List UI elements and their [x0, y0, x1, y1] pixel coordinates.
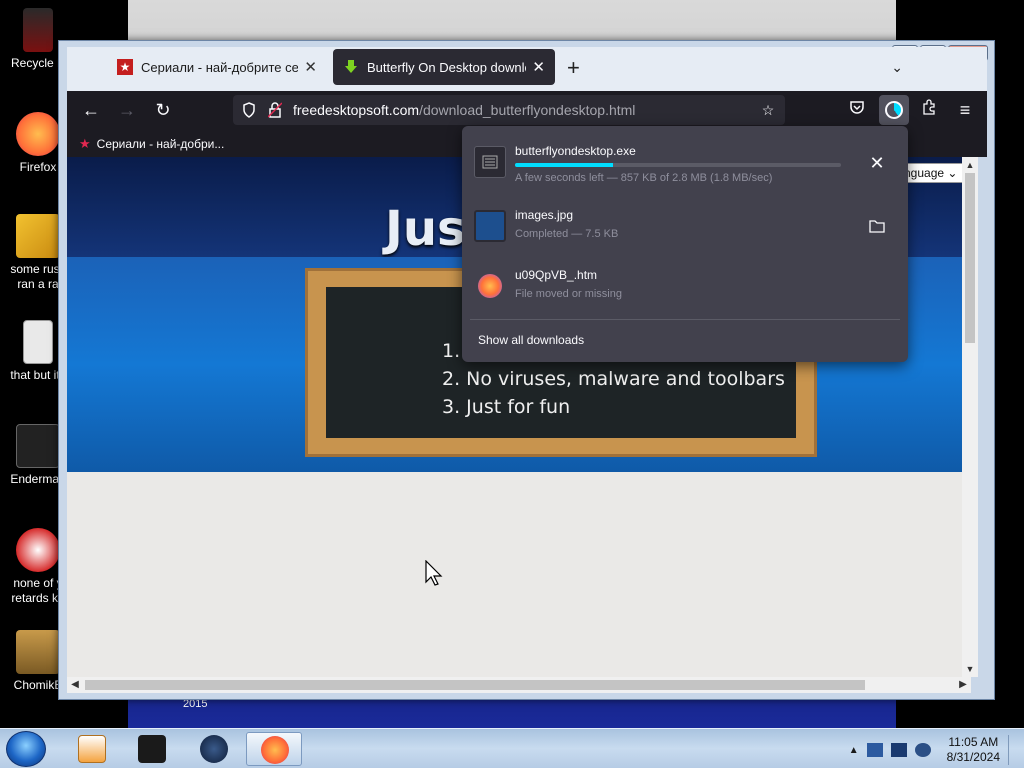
pocket-icon[interactable] — [845, 99, 869, 121]
menu-icon[interactable]: ≡ — [953, 99, 977, 121]
nav-toolbar: ← → ↻ freedesktopsoft.com/download_butte… — [67, 91, 987, 129]
divider — [470, 319, 900, 320]
volume-icon[interactable] — [914, 743, 931, 757]
back-button[interactable]: ← — [79, 99, 103, 121]
language-select[interactable]: nguage ⌄ — [901, 163, 967, 183]
new-tab-button[interactable]: + — [567, 57, 580, 79]
start-button[interactable] — [6, 731, 46, 767]
feature-item: 2. No viruses, malware and toolbars — [442, 368, 785, 390]
firefox-file-icon — [478, 274, 502, 298]
globe-icon — [200, 735, 228, 763]
horizontal-scrollbar[interactable]: ◀ ▶ — [67, 677, 971, 693]
exe-file-icon — [474, 146, 506, 178]
tab-serials[interactable]: ★ Сериали - най-добрите сериали ✕ — [107, 49, 327, 85]
download-progress-fill — [515, 163, 613, 167]
red-star-icon: ★ — [79, 136, 91, 151]
firefox-icon — [16, 112, 60, 156]
shortcut-icon — [16, 424, 60, 468]
forward-button[interactable]: → — [115, 99, 139, 121]
download-filename: u09QpVB_.htm — [515, 268, 598, 282]
tab-title: Butterfly On Desktop download — [367, 59, 526, 75]
vertical-scrollbar[interactable]: ▲ ▼ — [962, 157, 978, 677]
file-icon — [16, 214, 60, 258]
network-icon[interactable] — [866, 743, 883, 757]
url-host: freedesktopsoft.com — [293, 102, 420, 118]
tab-bar: ★ Сериали - най-добрите сериали ✕ Butter… — [67, 47, 987, 91]
download-progress-bar — [515, 163, 841, 167]
tab-close-icon[interactable]: ✕ — [304, 58, 317, 76]
bookmark-star-icon[interactable]: ☆ — [760, 102, 776, 118]
downloads-panel: butterflyondesktop.exe A few seconds lef… — [462, 126, 908, 362]
downloads-button[interactable] — [879, 95, 909, 125]
firefox-icon — [261, 736, 289, 764]
taskbar-app-3[interactable] — [186, 732, 242, 766]
folder-icon[interactable] — [866, 216, 888, 238]
scroll-left-icon[interactable]: ◀ — [67, 677, 83, 693]
recycle-bin-icon — [23, 8, 53, 52]
download-item[interactable]: butterflyondesktop.exe A few seconds lef… — [472, 134, 898, 190]
red-star-icon: ★ — [117, 59, 133, 75]
system-tray: ▲ 11:05 AM 8/31/2024 — [849, 735, 1018, 765]
url-bar[interactable]: freedesktopsoft.com/download_butterflyon… — [233, 95, 785, 125]
download-filename: images.jpg — [515, 208, 574, 222]
download-item[interactable]: u09QpVB_.htm File moved or missing — [472, 258, 898, 314]
green-download-icon — [343, 59, 359, 75]
chomikbox-icon — [16, 630, 60, 674]
clock[interactable]: 11:05 AM 8/31/2024 — [947, 735, 1000, 765]
page-title: Jus — [385, 201, 466, 257]
cancel-icon[interactable]: ✕ — [866, 152, 888, 174]
scroll-thumb[interactable] — [965, 173, 975, 343]
show-hidden-icons-icon[interactable]: ▲ — [849, 745, 859, 756]
feature-item: 3. Just for fun — [442, 396, 571, 418]
app-icon — [16, 528, 60, 572]
tab-close-icon[interactable]: ✕ — [532, 58, 545, 76]
taskbar-firefox[interactable] — [246, 732, 302, 766]
reload-button[interactable]: ↻ — [151, 99, 175, 121]
download-progress-icon — [885, 101, 903, 119]
document-icon — [23, 320, 53, 364]
taskbar: ▲ 11:05 AM 8/31/2024 — [0, 728, 1024, 768]
scroll-up-icon[interactable]: ▲ — [962, 157, 978, 173]
mouse-cursor-icon — [425, 559, 443, 591]
download-status: File moved or missing — [515, 288, 622, 300]
download-status: A few seconds left — 857 KB of 2.8 MB (1… — [515, 172, 773, 184]
url-text: freedesktopsoft.com/download_butterflyon… — [293, 102, 635, 118]
lock-insecure-icon[interactable] — [267, 102, 283, 118]
media-player-icon — [78, 735, 106, 763]
bookmark-label: Сериали - най-добри... — [96, 137, 225, 151]
clock-time: 11:05 AM — [948, 735, 999, 749]
list-all-tabs-icon[interactable]: ⌄ — [891, 59, 903, 76]
clock-date: 8/31/2024 — [946, 750, 1000, 764]
scroll-right-icon[interactable]: ▶ — [955, 677, 971, 693]
tab-title: Сериали - най-добрите сериали — [141, 59, 299, 75]
tab-butterfly[interactable]: Butterfly On Desktop download ✕ — [333, 49, 555, 85]
download-filename: butterflyondesktop.exe — [515, 144, 636, 158]
image-file-icon — [474, 210, 506, 242]
monitor-icon[interactable] — [890, 743, 907, 757]
scroll-down-icon[interactable]: ▼ — [962, 661, 978, 677]
show-desktop-button[interactable] — [1008, 735, 1018, 765]
download-status: Completed — 7.5 KB — [515, 228, 619, 240]
extensions-icon[interactable] — [917, 99, 941, 121]
bookmark-serials[interactable]: ★ Сериали - най-добри... — [79, 136, 224, 152]
box-icon — [138, 735, 166, 763]
scroll-thumb[interactable] — [85, 680, 865, 690]
show-all-downloads-button[interactable]: Show all downloads — [478, 333, 584, 347]
url-path: /download_butterflyondesktop.html — [419, 102, 636, 118]
taskbar-media-player[interactable] — [64, 732, 120, 766]
download-item[interactable]: images.jpg Completed — 7.5 KB — [472, 198, 898, 254]
shield-icon[interactable] — [241, 102, 257, 118]
language-select-label: nguage — [904, 166, 945, 180]
taskbar-app-2[interactable] — [124, 732, 180, 766]
